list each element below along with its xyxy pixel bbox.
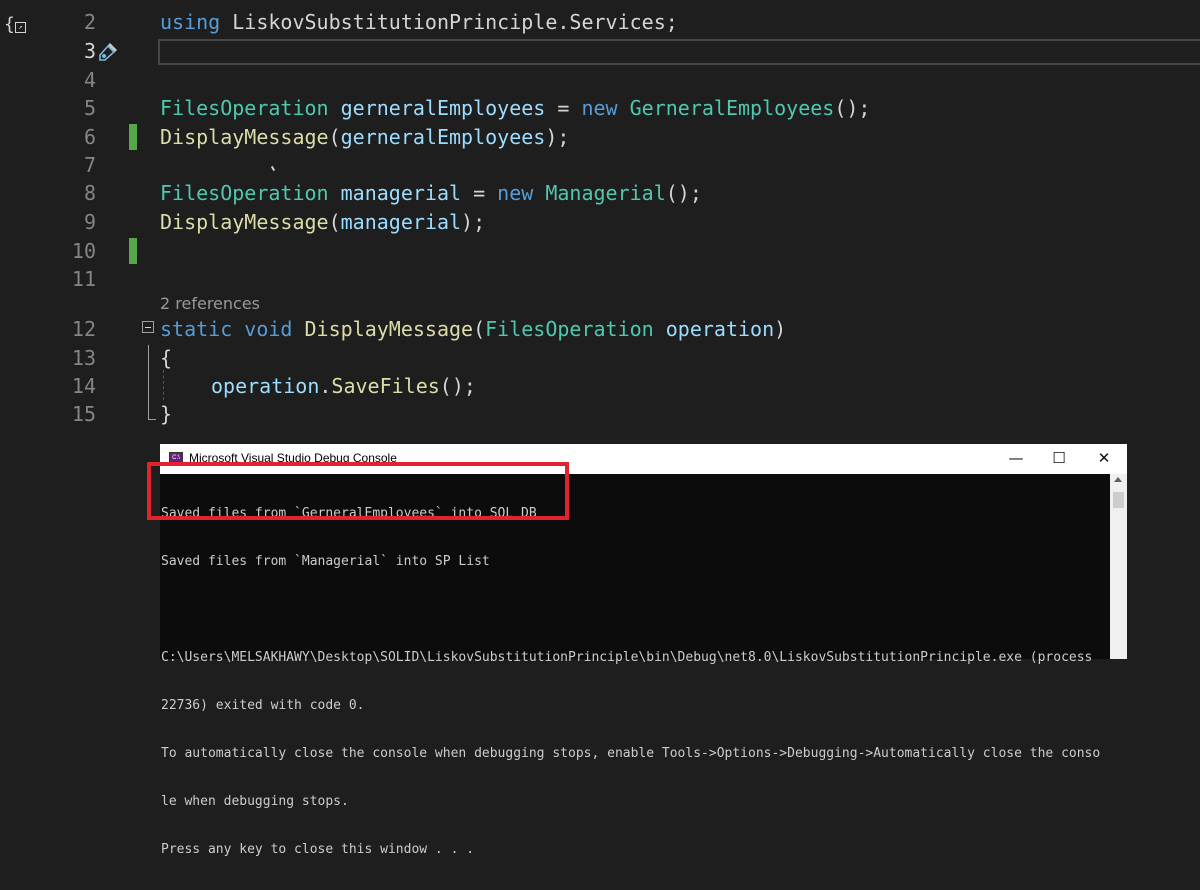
code-line-15[interactable]: } — [160, 400, 172, 428]
line-number: 10 — [71, 239, 96, 263]
line-number: 2 — [83, 10, 96, 34]
codelens-references-link[interactable]: 2 references — [160, 294, 260, 313]
line-number: 6 — [83, 125, 96, 149]
console-line: Saved files from `Managerial` into SP Li… — [161, 554, 490, 569]
change-marker — [129, 124, 137, 150]
minimize-button[interactable]: — — [993, 444, 1039, 474]
indent-guide — [163, 370, 164, 400]
code-line-14[interactable]: operation.SaveFiles(); — [211, 372, 476, 400]
line-number: 14 — [71, 374, 96, 398]
console-line: Press any key to close this window . . . — [161, 842, 475, 857]
maximize-button[interactable]: ☐ — [1036, 444, 1082, 474]
line-number: 13 — [71, 346, 96, 370]
namespace-scope-icon[interactable]: {↗ — [4, 14, 26, 35]
code-line-5[interactable]: FilesOperation gerneralEmployees = new G… — [160, 94, 870, 122]
line-number: 11 — [71, 267, 96, 291]
line-number: 12 — [71, 317, 96, 341]
console-line: 22736) exited with code 0. — [161, 698, 365, 713]
line-number: 3 — [83, 39, 96, 63]
current-line-highlight — [158, 39, 1200, 65]
annotation-highlight-box — [147, 462, 569, 520]
scroll-up-arrow-icon[interactable] — [1114, 477, 1122, 482]
fold-guide-end — [148, 419, 156, 420]
code-line-9[interactable]: DisplayMessage(managerial); — [160, 208, 485, 236]
line-number: 5 — [83, 96, 96, 120]
line-number: 7 — [83, 153, 96, 177]
scrollbar-thumb[interactable] — [1113, 492, 1124, 508]
close-button[interactable]: ✕ — [1081, 444, 1127, 474]
code-line-12[interactable]: static void DisplayMessage(FilesOperatio… — [160, 315, 786, 343]
console-scrollbar[interactable] — [1110, 474, 1127, 659]
code-line-13[interactable]: { — [160, 344, 172, 372]
code-line-8[interactable]: FilesOperation managerial = new Manageri… — [160, 179, 702, 207]
code-line-6[interactable]: DisplayMessage(gerneralEmployees); — [160, 123, 569, 151]
console-line: To automatically close the console when … — [161, 746, 1101, 761]
line-number: 8 — [83, 181, 96, 205]
text-caret-mark — [270, 165, 276, 172]
change-marker — [129, 238, 137, 264]
line-number: 4 — [83, 68, 96, 92]
code-line-2[interactable]: using LiskovSubstitutionPrinciple.Servic… — [160, 8, 678, 36]
line-number: 9 — [83, 210, 96, 234]
quick-actions-brush-icon[interactable] — [96, 40, 120, 64]
console-line: C:\Users\MELSAKHAWY\Desktop\SOLID\Liskov… — [161, 650, 1093, 665]
fold-collapse-icon[interactable] — [142, 321, 154, 333]
console-line: le when debugging stops. — [161, 794, 349, 809]
line-number: 15 — [71, 402, 96, 426]
fold-guide — [148, 345, 149, 420]
